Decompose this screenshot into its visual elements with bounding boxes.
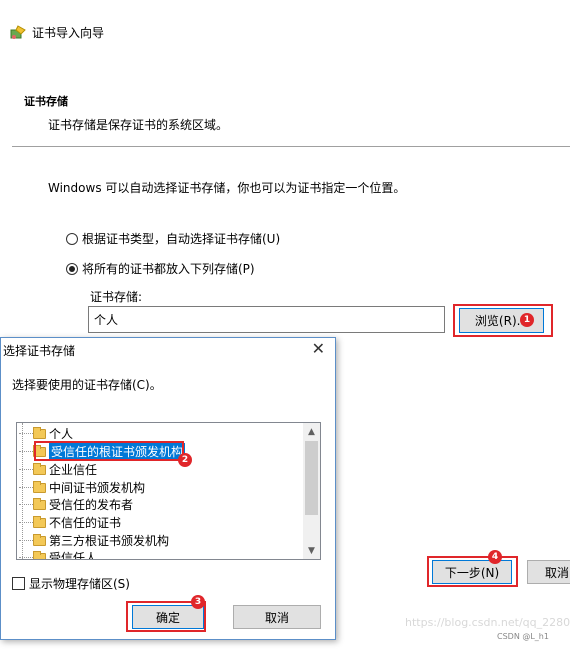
annotation-badge-3: 3: [191, 595, 205, 609]
dialog-title: 选择证书存储: [3, 344, 76, 358]
radio-manual-store[interactable]: 将所有的证书都放入下列存储(P): [66, 260, 255, 277]
close-icon[interactable]: ✕: [312, 339, 325, 358]
annotation-badge-1: 1: [520, 313, 534, 327]
radio-auto-label: 根据证书类型，自动选择证书存储(U): [82, 232, 281, 246]
tree-item-label: 中间证书颁发机构: [49, 481, 146, 495]
tree-item-intermediate-ca[interactable]: 中间证书颁发机构: [17, 479, 145, 496]
folder-icon: [33, 426, 46, 439]
tree-item-label: 企业信任: [49, 463, 98, 477]
tree-item-personal[interactable]: 个人: [17, 425, 73, 442]
radio-auto-select[interactable]: 根据证书类型，自动选择证书存储(U): [66, 230, 280, 247]
highlight-next: [427, 556, 518, 587]
annotation-badge-4: 4: [488, 550, 502, 564]
dialog-cancel-button[interactable]: 取消: [233, 605, 321, 629]
watermark-url: https://blog.csdn.net/qq_2280: [405, 616, 570, 629]
folder-icon: [33, 497, 46, 510]
radio-manual-indicator[interactable]: [66, 262, 78, 275]
checkbox-box[interactable]: [12, 577, 25, 590]
dialog-cancel-label: 取消: [264, 610, 289, 625]
show-physical-label: 显示物理存储区(S): [29, 577, 130, 591]
wizard-cancel-button[interactable]: 取消: [527, 560, 570, 584]
section-subheading: 证书存储是保存证书的系统区域。: [48, 118, 229, 132]
tree-scrollbar[interactable]: ▲ ▼: [303, 423, 320, 559]
scroll-thumb[interactable]: [305, 441, 318, 515]
tree-item-label: 第三方根证书颁发机构: [49, 534, 170, 548]
tree-item-untrusted[interactable]: 不信任的证书: [17, 514, 121, 531]
radio-manual-label: 将所有的证书都放入下列存储(P): [82, 262, 255, 276]
store-field-label: 证书存储:: [90, 290, 143, 304]
annotation-badge-2: 2: [178, 453, 192, 467]
scroll-down-icon[interactable]: ▼: [303, 542, 320, 559]
select-store-dialog: 选择证书存储 ✕ 选择要使用的证书存储(C)。 个人 受信任的根证书颁发机构 企…: [0, 337, 336, 640]
tree-item-third-party-root[interactable]: 第三方根证书颁发机构: [17, 532, 169, 549]
folder-icon: [33, 533, 46, 546]
radio-auto-indicator[interactable]: [66, 232, 78, 245]
tree-item-label: 不信任的证书: [49, 516, 122, 530]
tree-item-label: 受信任人: [49, 551, 98, 560]
watermark-credit: CSDN @L_h1: [497, 632, 549, 641]
wizard-title-text: 证书导入向导: [32, 26, 105, 40]
dialog-prompt: 选择要使用的证书存储(C)。: [12, 378, 162, 392]
section-heading: 证书存储: [24, 95, 68, 108]
folder-icon: [33, 515, 46, 528]
header-divider: [12, 146, 570, 147]
highlight-browse: [453, 304, 553, 337]
tree-item-trusted-publishers[interactable]: 受信任的发布者: [17, 496, 133, 513]
folder-icon: [33, 550, 46, 559]
tree-item-label: 受信任的发布者: [49, 498, 134, 512]
folder-icon: [33, 480, 46, 493]
tree-item-label: 个人: [49, 427, 74, 441]
wizard-description: Windows 可以自动选择证书存储，你也可以为证书指定一个位置。: [48, 181, 406, 195]
wizard-title: 证书导入向导: [10, 24, 104, 41]
wizard-cancel-label: 取消: [544, 565, 569, 580]
certificate-wizard-icon: [10, 24, 26, 39]
scroll-up-icon[interactable]: ▲: [303, 423, 320, 440]
tree-item-enterprise-trust[interactable]: 企业信任: [17, 461, 97, 478]
folder-icon: [33, 462, 46, 475]
store-field[interactable]: 个人: [88, 306, 445, 333]
show-physical-stores-checkbox[interactable]: 显示物理存储区(S): [12, 575, 130, 592]
highlight-trusted-root: [34, 441, 184, 461]
tree-item-trusted-people[interactable]: 受信任人: [17, 549, 98, 560]
